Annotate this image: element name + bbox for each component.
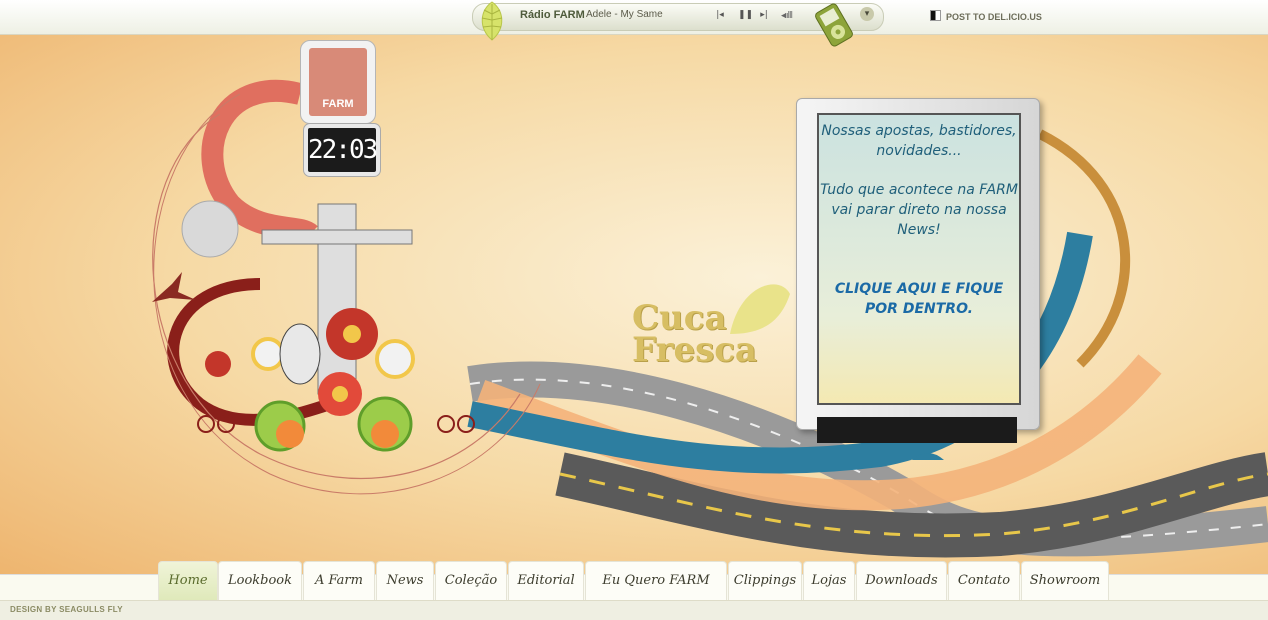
- billboard-cta[interactable]: CLIQUE AQUI E FIQUE POR DENTRO.: [819, 279, 1019, 319]
- orange-slice-icon: [276, 420, 304, 448]
- farm-sign: FARM: [300, 40, 376, 124]
- hero-artwork: FARM 22:03 Cuca Fresca Nossas apostas, b…: [0, 34, 1268, 574]
- nav-eu-quero-farm[interactable]: Eu Quero FARM: [585, 561, 727, 600]
- next-icon[interactable]: ▸|: [758, 10, 770, 21]
- nav-showroom[interactable]: Showroom: [1021, 561, 1109, 600]
- volume-icon[interactable]: ◂ıılll: [781, 11, 793, 21]
- billboard-intro: Nossas apostas, bastidores, novidades...: [821, 123, 1017, 159]
- delicious-icon: [930, 10, 941, 21]
- nav-lookbook[interactable]: Lookbook: [218, 561, 302, 600]
- farm-sign-panel: FARM: [309, 48, 367, 116]
- nav-a-farm[interactable]: A Farm: [303, 561, 375, 600]
- nav-downloads[interactable]: Downloads: [856, 561, 947, 600]
- flower-icon: [332, 386, 348, 402]
- delicious-link[interactable]: POST TO DEL.ICIO.US: [930, 10, 1042, 22]
- nav-home[interactable]: Home: [158, 561, 218, 600]
- digital-clock: 22:03: [304, 124, 380, 176]
- leaf-icon: [481, 1, 503, 41]
- bicycle-icon: [437, 415, 455, 433]
- nav-contato[interactable]: Contato: [948, 561, 1020, 600]
- footer: DESIGN BY SEAGULLS FLY: [0, 600, 1268, 620]
- dog-figure: [279, 323, 321, 385]
- balloon-icon: [181, 200, 239, 258]
- billboard-base: [817, 417, 1017, 443]
- nav-clippings[interactable]: Clippings: [728, 561, 802, 600]
- orange-slice-icon: [371, 420, 399, 448]
- flower-icon: [375, 339, 415, 379]
- flower-icon: [251, 337, 285, 371]
- nav-lojas[interactable]: Lojas: [803, 561, 855, 600]
- cuca-fresca-logo[interactable]: Cuca Fresca: [632, 301, 772, 367]
- news-billboard[interactable]: Nossas apostas, bastidores, novidades...…: [796, 98, 1040, 443]
- farm-sign-text: FARM: [322, 98, 354, 110]
- chevron-down-icon[interactable]: ▾: [860, 7, 874, 21]
- flower-icon: [205, 351, 231, 377]
- nav-colecao[interactable]: Coleção: [435, 561, 507, 600]
- main-nav: Home Lookbook A Farm News Coleção Editor…: [0, 561, 1268, 601]
- top-bar: Rádio FARM Adele - My Same |◂ ❚❚ ▸| ◂ııl…: [0, 0, 1268, 47]
- statue-arms: [261, 229, 413, 245]
- flower-icon: [343, 325, 361, 343]
- track-title: Adele - My Same: [586, 9, 663, 20]
- prev-icon[interactable]: |◂: [714, 10, 726, 21]
- nav-news[interactable]: News: [376, 561, 434, 600]
- billboard-body: Tudo que acontece na FARM vai parar dire…: [820, 182, 1018, 238]
- delicious-label: POST TO DEL.ICIO.US: [946, 12, 1042, 22]
- radio-label: Rádio FARM: [520, 9, 585, 21]
- bird-icon: [152, 272, 196, 302]
- design-credit[interactable]: DESIGN BY SEAGULLS FLY: [10, 605, 123, 614]
- billboard-screen: Nossas apostas, bastidores, novidades...…: [817, 113, 1021, 405]
- pause-icon[interactable]: ❚❚: [738, 10, 753, 21]
- nav-editorial[interactable]: Editorial: [508, 561, 584, 600]
- ipod-icon[interactable]: [810, 2, 858, 48]
